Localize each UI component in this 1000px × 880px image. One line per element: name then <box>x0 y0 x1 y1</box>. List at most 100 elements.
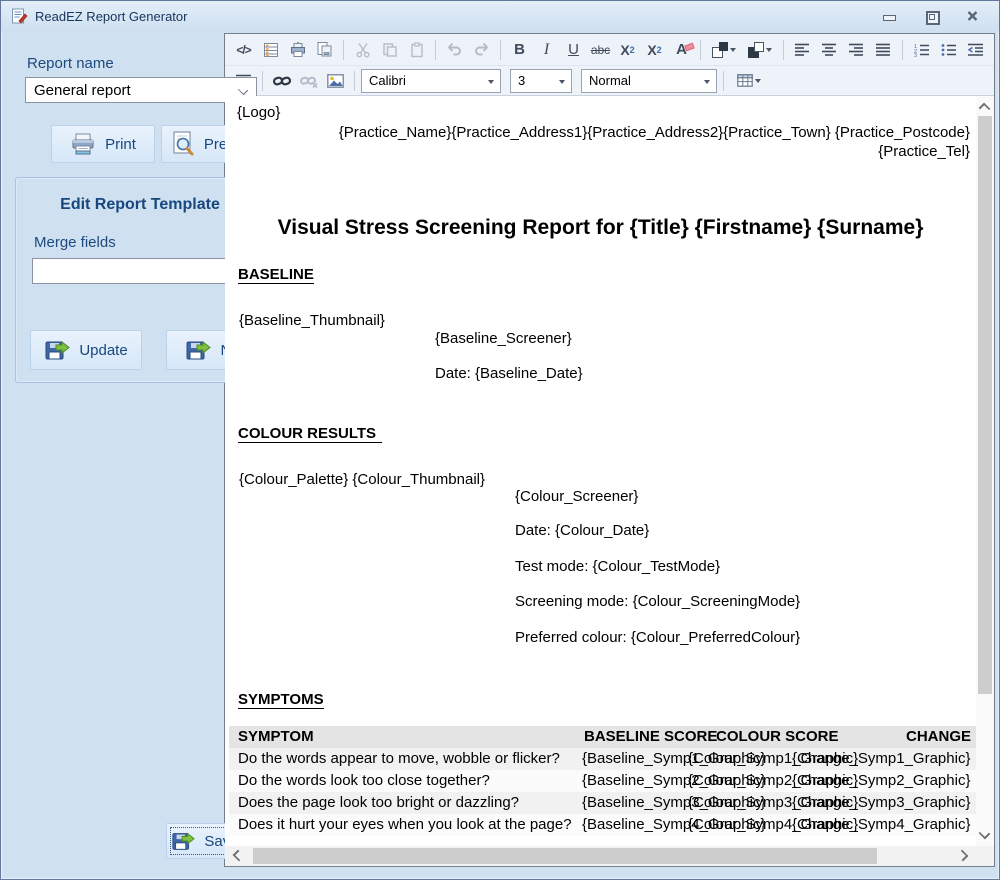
change-cell: {Change_Symp2_Graphic} <box>792 770 970 791</box>
print-button-label: Print <box>105 136 136 153</box>
colour-palette-field: {Colour_Palette} {Colour_Thumbnail} <box>239 471 485 488</box>
symptom-cell: Do the words look too close together? <box>238 770 490 791</box>
col-colour-score: COLOUR SCORE <box>716 726 839 747</box>
app-icon <box>11 8 28 25</box>
col-symptom: SYMPTOM <box>238 726 314 747</box>
italic-icon[interactable]: I <box>534 38 559 62</box>
bold-icon[interactable]: B <box>507 38 532 62</box>
superscript-icon[interactable]: X2 <box>615 38 640 62</box>
merge-fields-label: Merge fields <box>34 234 116 251</box>
code-view-icon[interactable]: </> <box>231 38 256 62</box>
dropdown-caret-icon <box>755 79 761 83</box>
svg-text:3: 3 <box>914 53 917 57</box>
scroll-down-icon[interactable] <box>979 828 991 840</box>
colour-screeningmode-field: Screening mode: {Colour_ScreeningMode} <box>515 593 800 610</box>
horizontal-scrollbar[interactable] <box>225 846 976 866</box>
redo-icon[interactable] <box>469 38 494 62</box>
scroll-up-icon[interactable] <box>979 103 991 115</box>
paragraph-style-value: Normal <box>589 73 631 88</box>
document-viewport: {Logo} {Practice_Name}{Practice_Address1… <box>225 96 994 866</box>
symptoms-table-header: SYMPTOM BASELINE SCORE COLOUR SCORE CHAN… <box>229 726 976 748</box>
font-size-value: 3 <box>518 73 525 88</box>
subscript-icon[interactable]: X2 <box>642 38 667 62</box>
practice-address-line: {Practice_Name}{Practice_Address1}{Pract… <box>339 124 970 141</box>
print-preview-icon[interactable] <box>312 38 337 62</box>
remove-link-icon[interactable] <box>296 69 321 93</box>
document-content[interactable]: {Logo} {Practice_Name}{Practice_Address1… <box>225 96 976 846</box>
insert-link-icon[interactable] <box>269 69 294 93</box>
strikethrough-icon[interactable]: abc <box>588 38 613 62</box>
cut-icon[interactable] <box>350 38 375 62</box>
horizontal-scrollbar-thumb[interactable] <box>253 848 877 864</box>
clear-format-icon[interactable]: A <box>669 38 694 62</box>
colour-results-heading: COLOUR RESULTS <box>238 425 382 443</box>
font-size-select[interactable]: 3 <box>510 69 572 93</box>
symptom-cell: Does the page look too bright or dazzlin… <box>238 792 519 813</box>
report-name-label: Report name <box>27 55 114 72</box>
symptoms-heading: SYMPTOMS <box>238 691 324 709</box>
report-name-value: General report <box>34 82 131 99</box>
change-cell: {Change_Symp1_Graphic} <box>792 748 970 769</box>
dropdown-caret-icon <box>704 80 710 84</box>
insert-image-icon[interactable] <box>323 69 348 93</box>
chevron-down-icon <box>238 85 248 95</box>
merge-fields-select[interactable] <box>32 258 254 284</box>
align-right-icon[interactable] <box>844 38 869 62</box>
change-cell: {Change_Symp3_Graphic} <box>792 792 970 813</box>
report-name-select[interactable]: General report <box>25 77 257 103</box>
close-button[interactable] <box>965 9 981 23</box>
baseline-screener-field: {Baseline_Screener} <box>435 330 572 347</box>
undo-icon[interactable] <box>442 38 467 62</box>
colour-testmode-field: Test mode: {Colour_TestMode} <box>515 558 720 575</box>
window-title: ReadEZ Report Generator <box>35 9 187 24</box>
title-bar: ReadEZ Report Generator <box>1 1 999 31</box>
minimize-button[interactable] <box>881 9 897 23</box>
dropdown-caret-icon <box>559 80 565 84</box>
paste-icon[interactable] <box>404 38 429 62</box>
dropdown-caret-icon <box>766 48 772 52</box>
font-family-value: Calibri <box>369 73 406 88</box>
document-structure-icon[interactable] <box>258 38 283 62</box>
highlight-color-icon[interactable] <box>743 38 777 62</box>
decrease-indent-icon[interactable] <box>963 38 988 62</box>
dropdown-caret-icon <box>730 48 736 52</box>
preview-icon <box>171 131 195 157</box>
scroll-right-icon[interactable] <box>957 850 969 862</box>
quick-print-icon[interactable] <box>285 38 310 62</box>
scrollbar-corner <box>976 846 994 866</box>
align-left-icon[interactable] <box>790 38 815 62</box>
vertical-scrollbar[interactable] <box>976 96 994 846</box>
vertical-scrollbar-thumb[interactable] <box>978 116 992 694</box>
scroll-left-icon[interactable] <box>233 850 245 862</box>
change-cell: {Change_Symp4_Graphic} <box>792 814 970 835</box>
colour-preferred-field: Preferred colour: {Colour_PreferredColou… <box>515 629 800 646</box>
toolbar-row-2: Calibri 3 Normal <box>225 66 994 96</box>
copy-icon[interactable] <box>377 38 402 62</box>
numbered-list-icon[interactable]: 123 <box>909 38 934 62</box>
symptom-cell: Does it hurt your eyes when you look at … <box>238 814 572 835</box>
paragraph-style-select[interactable]: Normal <box>581 69 717 93</box>
dropdown-caret-icon <box>488 80 494 84</box>
baseline-thumbnail-field: {Baseline_Thumbnail} <box>239 312 385 329</box>
underline-icon[interactable]: U <box>561 38 586 62</box>
baseline-heading: BASELINE <box>238 266 314 284</box>
bullet-list-icon[interactable] <box>936 38 961 62</box>
sidebar: Report name General report Print <box>7 33 220 867</box>
save-update-icon <box>44 337 70 363</box>
print-button[interactable]: Print <box>51 125 155 163</box>
colour-screener-field: {Colour_Screener} <box>515 488 638 505</box>
colour-date-field: Date: {Colour_Date} <box>515 522 649 539</box>
table-row: Do the words appear to move, wobble or f… <box>229 748 976 770</box>
restore-button[interactable] <box>923 9 939 23</box>
align-center-icon[interactable] <box>817 38 842 62</box>
table-row: Do the words look too close together? {B… <box>229 770 976 792</box>
update-button[interactable]: Update <box>30 330 142 370</box>
save-new-icon <box>185 337 211 363</box>
font-color-icon[interactable] <box>707 38 741 62</box>
insert-table-icon[interactable] <box>730 69 768 93</box>
align-justify-icon[interactable] <box>871 38 896 62</box>
printer-icon <box>70 132 96 156</box>
update-button-label: Update <box>79 342 127 359</box>
font-family-select[interactable]: Calibri <box>361 69 501 93</box>
editor-area: </> <box>224 33 995 867</box>
